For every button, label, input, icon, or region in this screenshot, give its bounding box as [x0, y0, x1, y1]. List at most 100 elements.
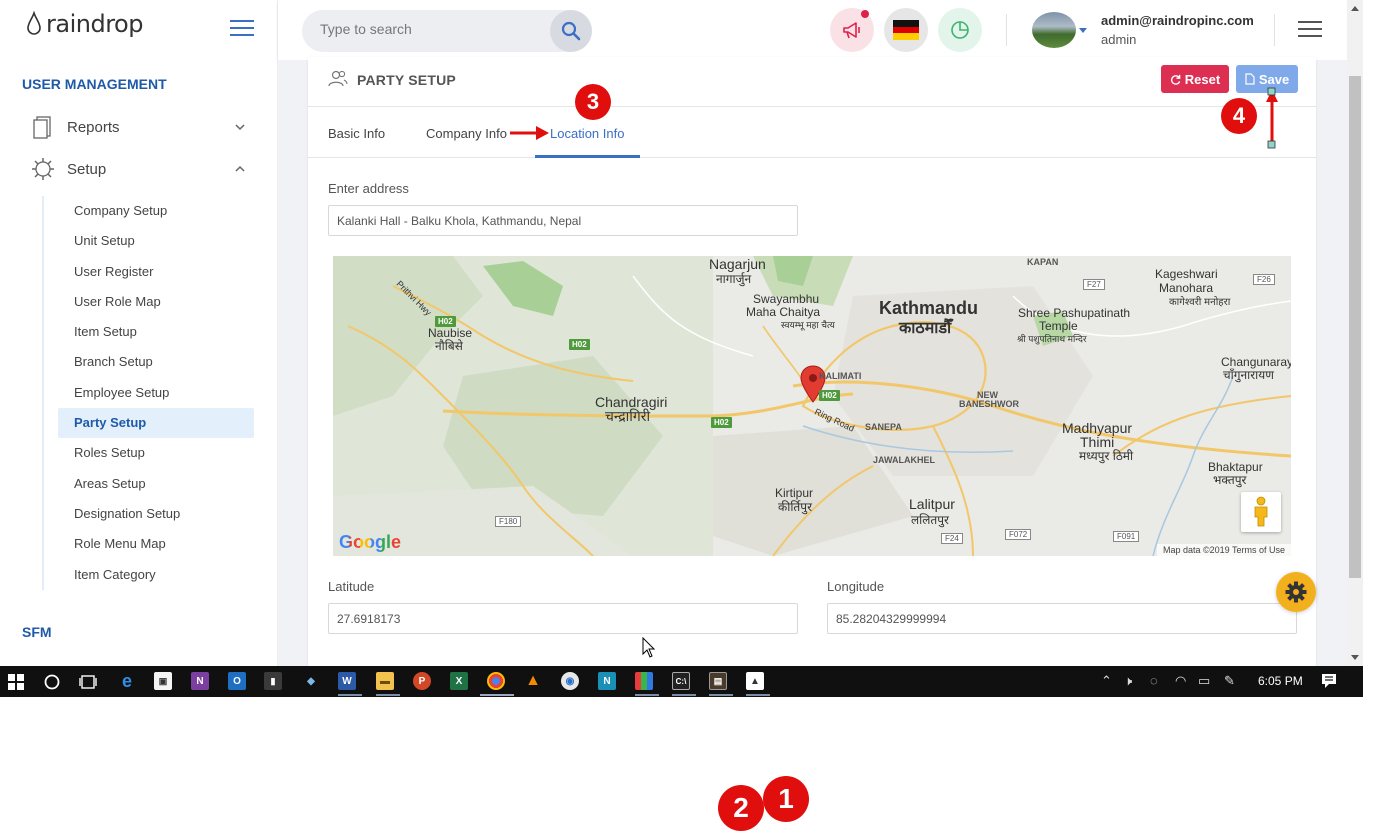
battery-icon[interactable]: ▭	[1198, 673, 1210, 689]
map-label-swayambhu-ne: स्वयम्भू महा चैत्य	[781, 320, 835, 330]
scroll-down-icon[interactable]	[1351, 655, 1359, 660]
task-view-icon[interactable]	[79, 674, 97, 690]
running-indicator	[672, 694, 696, 696]
refresh-icon	[1170, 74, 1181, 85]
vlc-icon[interactable]: ▲	[524, 672, 542, 690]
sidebar-item-designation-setup[interactable]: Designation Setup	[44, 499, 257, 529]
search-button[interactable]	[550, 10, 592, 52]
running-indicator	[746, 694, 770, 696]
volume-muted-icon[interactable]: 🕨	[1124, 673, 1132, 689]
highway-sign: H02	[435, 316, 456, 327]
word-icon[interactable]: W	[338, 672, 356, 690]
map-label-lalitpur: Lalitpur	[909, 496, 955, 512]
sidebar-item-roles-setup[interactable]: Roles Setup	[44, 438, 257, 468]
sidebar-item-item-category[interactable]: Item Category	[44, 560, 257, 590]
wifi-icon[interactable]: ◠	[1175, 673, 1186, 689]
winrar-icon[interactable]	[635, 672, 653, 690]
running-indicator	[480, 694, 514, 696]
settings-fab[interactable]	[1276, 572, 1316, 612]
outlook-icon[interactable]: O	[228, 672, 246, 690]
pegman-icon	[1254, 496, 1268, 527]
tray-expand-icon[interactable]: ⌃	[1101, 673, 1112, 689]
language-button[interactable]	[884, 8, 928, 52]
edge-browser-icon[interactable]: e	[118, 671, 136, 691]
tab-basic-info[interactable]: Basic Info	[328, 126, 385, 141]
app-icon[interactable]: ▤	[709, 672, 727, 690]
announcements-button[interactable]	[830, 8, 874, 52]
map-label-bhaktapur-ne: भक्तपुर	[1213, 473, 1247, 487]
cortana-search-icon[interactable]	[44, 674, 60, 690]
menu-icon[interactable]	[1298, 21, 1322, 39]
file-explorer-icon[interactable]: ▬	[376, 672, 394, 690]
map-label-manohara: Manohara	[1159, 281, 1214, 295]
app-icon[interactable]: ◉	[561, 672, 579, 690]
annotation-badge-2: 2	[718, 785, 764, 831]
map-label-sanepa: SANEPA	[865, 422, 902, 432]
pen-icon[interactable]: ✎	[1224, 673, 1235, 689]
reset-button[interactable]: Reset	[1161, 65, 1229, 93]
sidebar-item-company-setup[interactable]: Company Setup	[44, 196, 257, 226]
sidebar-toggle-icon[interactable]	[230, 20, 254, 38]
network-icon[interactable]: ◌	[1150, 673, 1158, 688]
sidebar-item-areas-setup[interactable]: Areas Setup	[44, 469, 257, 499]
map-label-kathmandu-ne: काठमाडौँ	[899, 320, 952, 337]
map-label-temple: Temple	[1039, 319, 1078, 333]
reports-chart-button[interactable]	[938, 8, 982, 52]
map-label-thimi: Thimi	[1080, 434, 1115, 450]
scroll-up-icon[interactable]	[1351, 6, 1359, 11]
sidebar-item-party-setup[interactable]: Party Setup	[58, 408, 254, 439]
excel-icon[interactable]: X	[450, 672, 468, 690]
longitude-label: Longitude	[827, 579, 885, 594]
sidebar-item-branch-setup[interactable]: Branch Setup	[44, 347, 257, 377]
app-icon[interactable]: ◆	[302, 672, 320, 690]
caret-down-icon[interactable]	[1079, 28, 1087, 33]
store-icon[interactable]: ▣	[154, 672, 172, 690]
party-setup-card: PARTY SETUP Reset Save Basic Info Compan…	[308, 57, 1316, 677]
command-prompt-icon[interactable]: C:\	[672, 672, 690, 690]
search-input[interactable]	[320, 21, 540, 37]
chrome-icon[interactable]	[487, 672, 505, 690]
map-label-changunarayan-ne: चाँगुनारायण	[1223, 368, 1274, 382]
windows-start-icon[interactable]	[8, 674, 24, 690]
map-label-baneshwor: BANESHWOR	[959, 399, 1019, 409]
document-icon	[33, 116, 51, 139]
annotation-badge-1: 1	[763, 776, 809, 822]
sidebar-item-reports[interactable]: Reports	[30, 114, 246, 140]
sidebar-item-setup[interactable]: Setup	[30, 156, 246, 182]
map-attribution[interactable]: Map data ©2019 Terms of Use	[1156, 544, 1291, 556]
app-icon[interactable]: ▮	[264, 672, 282, 690]
sidebar-item-unit-setup[interactable]: Unit Setup	[44, 226, 257, 256]
highway-sign: H02	[569, 339, 590, 350]
map-label-pashupatinath-ne: श्री पशुपतिनाथ मन्दिर	[1017, 334, 1087, 344]
longitude-input[interactable]	[827, 603, 1297, 634]
avatar[interactable]	[1032, 12, 1076, 48]
location-map[interactable]: Nagarjun नागार्जुन Swayambhu Maha Chaity…	[333, 256, 1291, 556]
windows-taskbar: e ▣ N O ▮ ◆ W ▬ P X ▲ ◉ N C:\ ▤ ▲ ⌃ 🕨 ◌ …	[0, 666, 1363, 697]
notepad-plus-icon[interactable]: N	[598, 672, 616, 690]
header-divider	[1006, 14, 1007, 46]
sidebar-item-employee-setup[interactable]: Employee Setup	[44, 378, 257, 408]
google-logo: Google	[339, 532, 401, 552]
address-input[interactable]	[328, 205, 798, 236]
onenote-icon[interactable]: N	[191, 672, 209, 690]
sidebar-item-user-role-map[interactable]: User Role Map	[44, 287, 257, 317]
running-indicator	[376, 694, 400, 696]
clock[interactable]: 6:05 PM	[1258, 674, 1303, 688]
sidebar-item-item-setup[interactable]: Item Setup	[44, 317, 257, 347]
tab-company-info[interactable]: Company Info	[426, 126, 507, 141]
latitude-input[interactable]	[328, 603, 798, 634]
highway-sign: H02	[711, 417, 732, 428]
map-label-chandragiri-ne: चन्द्रागिरी	[605, 408, 651, 424]
brand-logo[interactable]: raindrop	[26, 10, 143, 38]
powerpoint-icon[interactable]: P	[413, 672, 431, 690]
tab-location-info[interactable]: Location Info	[550, 126, 624, 141]
action-center-icon[interactable]	[1321, 673, 1337, 689]
chevron-down-icon	[235, 124, 245, 131]
road-sign: F091	[1113, 531, 1140, 542]
sidebar-item-role-menu-map[interactable]: Role Menu Map	[44, 529, 257, 559]
photos-icon[interactable]: ▲	[746, 672, 764, 690]
scrollbar-thumb[interactable]	[1349, 76, 1361, 578]
annotation-arrow-right	[510, 126, 549, 140]
street-view-pegman-icon[interactable]	[1241, 492, 1281, 532]
sidebar-item-user-register[interactable]: User Register	[44, 257, 257, 287]
